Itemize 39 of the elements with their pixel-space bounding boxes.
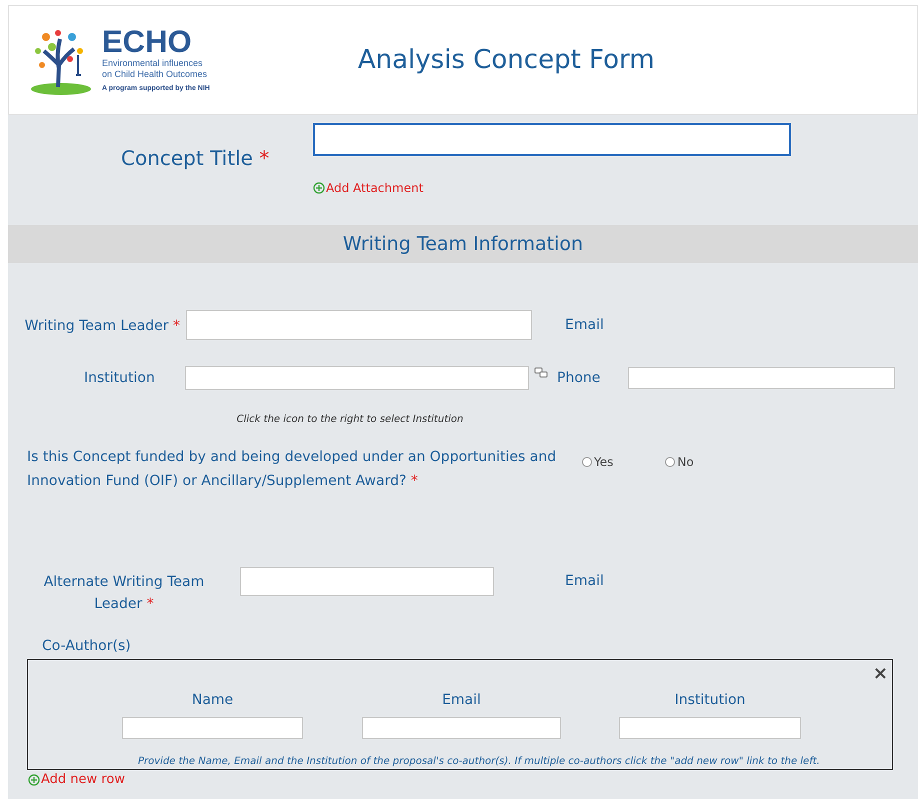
field-label: Email [565, 572, 604, 591]
concept-title-field[interactable] [313, 123, 791, 156]
hint-text: Click the icon to the right to select Institution [236, 413, 464, 427]
column-header: Email [442, 691, 481, 710]
radio-option[interactable]: No [665, 453, 694, 471]
field-label: Concept Title * [121, 146, 270, 170]
input-field[interactable] [362, 717, 561, 739]
input-field[interactable] [628, 367, 896, 389]
add-attachment-link[interactable]: Add Attachment [313, 179, 791, 197]
section-header: Writing Team Information [8, 225, 918, 263]
logo-tagline: Environmental influences [102, 58, 204, 69]
column-header: Name [192, 691, 234, 710]
input-field[interactable] [186, 310, 532, 340]
close-button[interactable]: × [872, 660, 888, 687]
input-field[interactable] [240, 567, 494, 596]
add-icon [28, 774, 40, 786]
field-label: Writing Team Leader * [24, 318, 180, 334]
required-mark: * [173, 318, 180, 334]
logo-tagline: on Child Health Outcomes [102, 68, 208, 80]
input-field[interactable] [185, 366, 529, 390]
field-label: Email [565, 316, 604, 334]
input-field[interactable] [619, 717, 801, 739]
field-label: Phone [557, 368, 600, 388]
field-label: Alternate Writing Team Leader * [42, 573, 206, 614]
required-mark: * [146, 596, 154, 612]
add-row-link[interactable]: Add new row [28, 770, 125, 790]
column-header: Institution [674, 691, 746, 710]
lookup-icon[interactable] [534, 367, 548, 379]
required-mark: * [259, 146, 270, 170]
input-field[interactable] [122, 717, 303, 739]
required-mark: * [410, 473, 418, 489]
form-title: Analysis Concept Form [358, 44, 655, 76]
question-text: Is this Concept funded by and being developed under an Opportunities and Innovation Fund (OIF) or Ancillary/Supplement Award? * [27, 448, 558, 491]
field-label: Institution [84, 368, 156, 388]
add-icon [313, 182, 325, 194]
note-text: Provide the Name, Email and the Institution of the proposal's co-author(s). If multiple co-authors click the "add new row" link to the left. [138, 755, 820, 769]
section-label: Co-Author(s) [42, 638, 131, 654]
radio-option[interactable]: Yes [582, 453, 614, 471]
logo-wordmark: ECHO [102, 26, 193, 58]
